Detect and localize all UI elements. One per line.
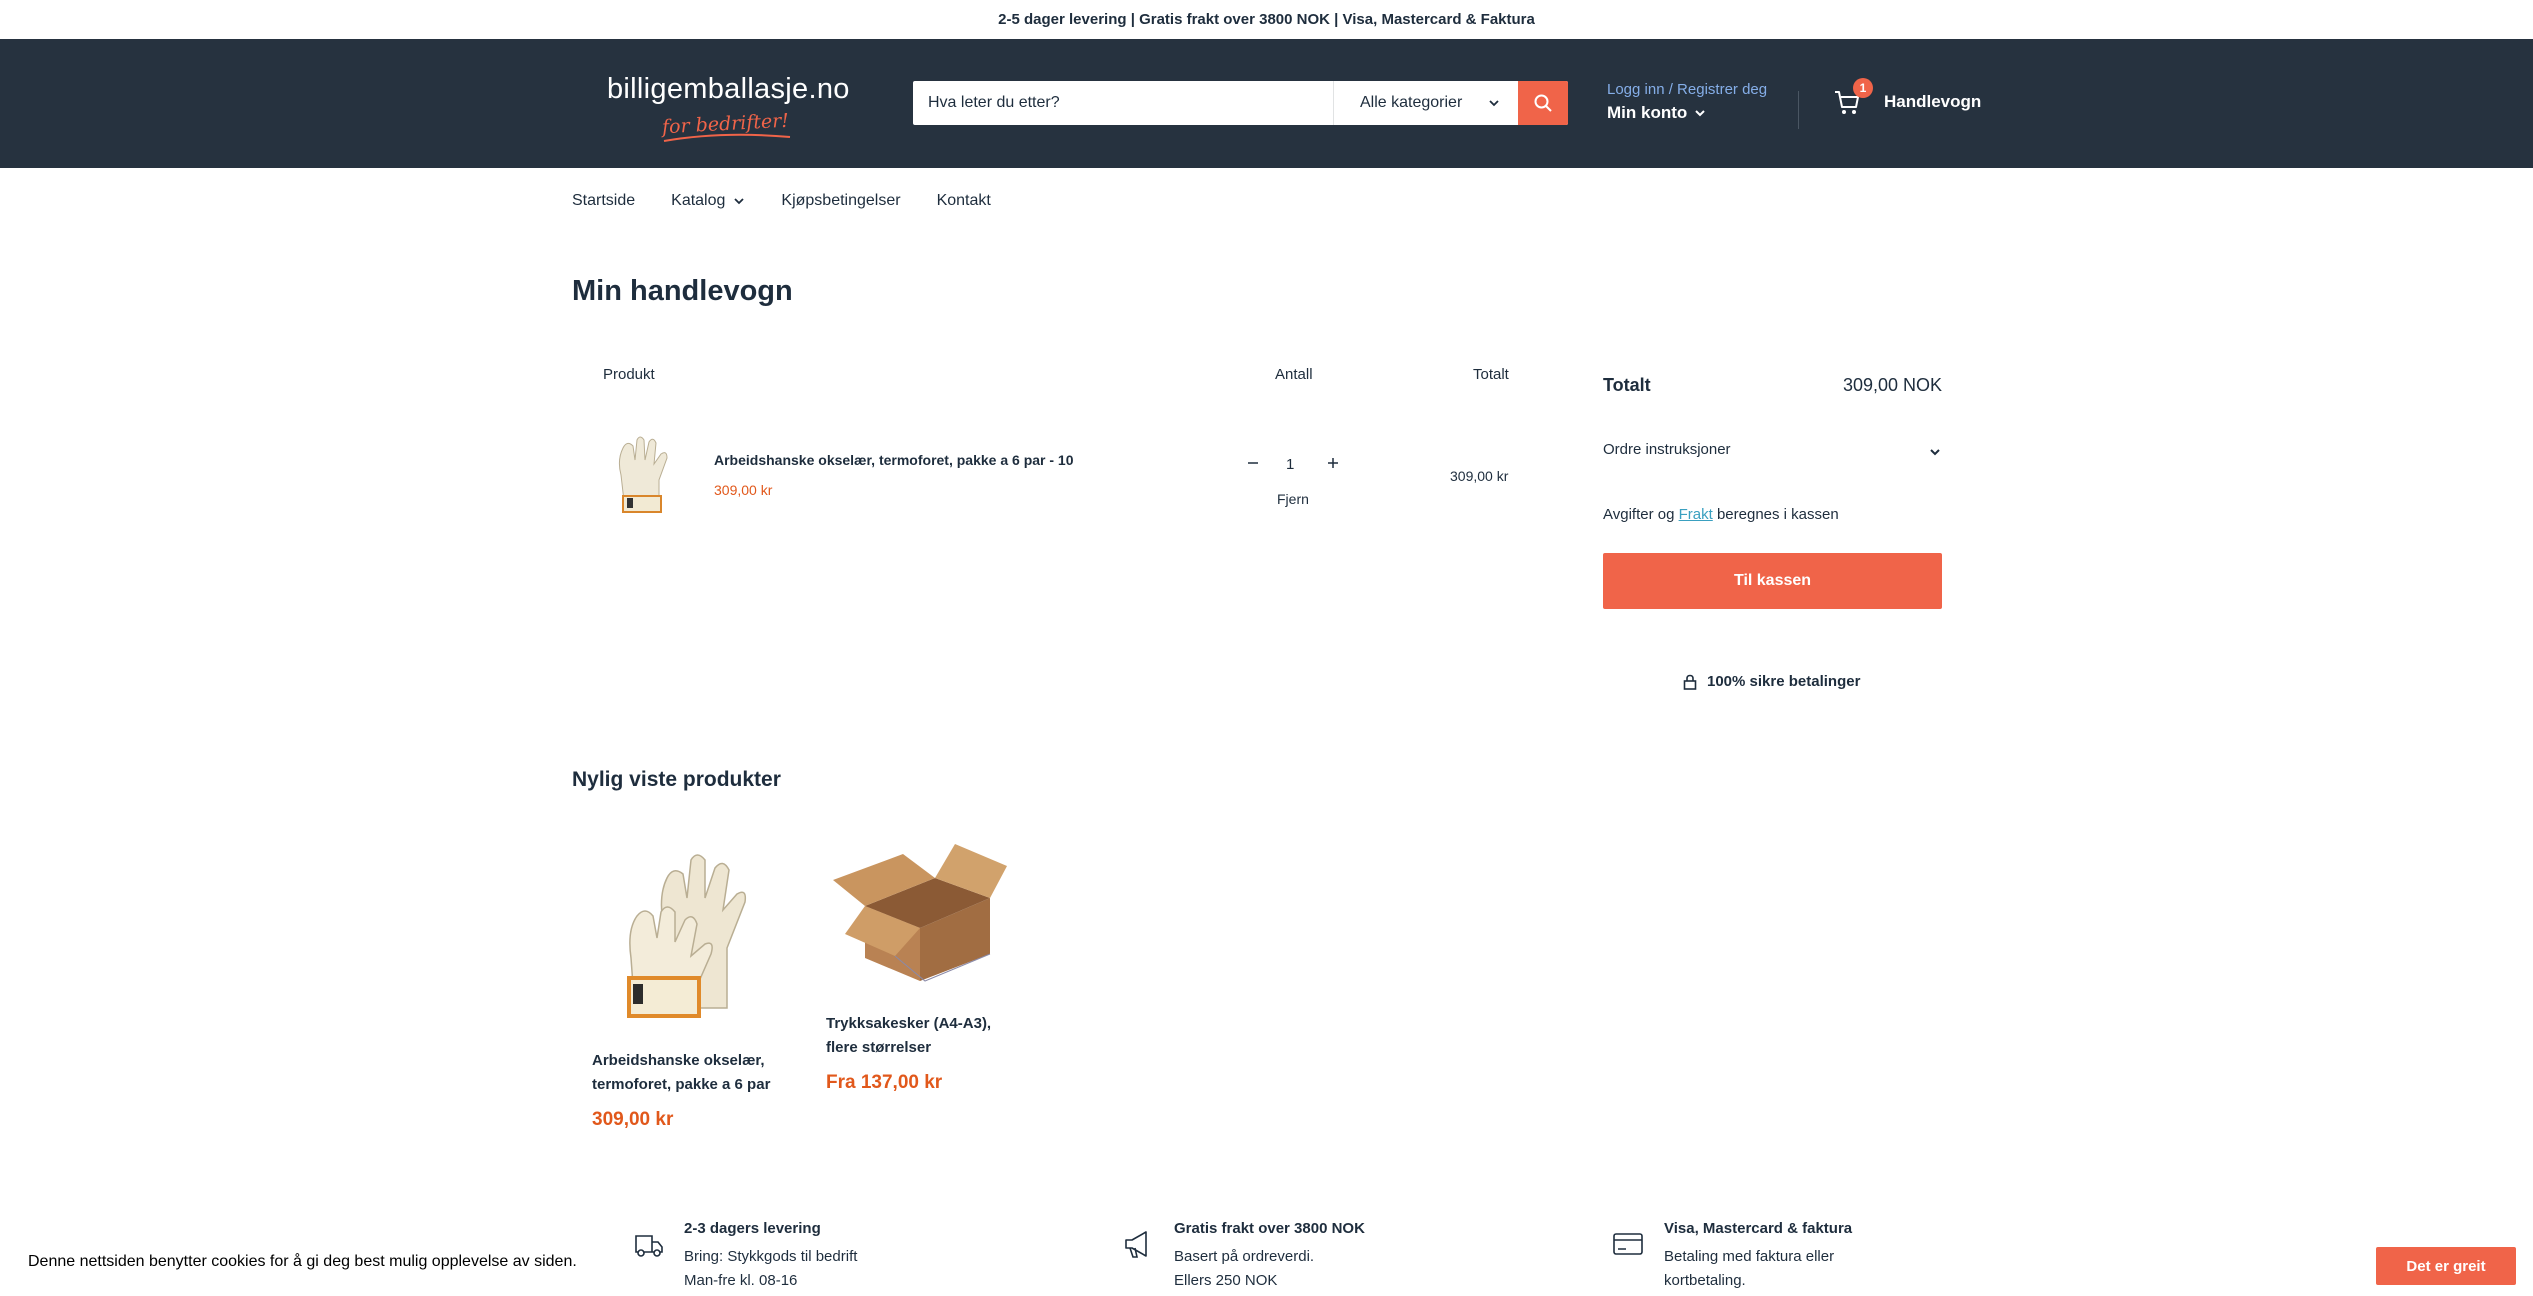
cart-icon: 1 — [1833, 78, 1873, 116]
cookie-accept-button[interactable]: Det er greit — [2376, 1247, 2516, 1285]
recent-product-title[interactable]: Arbeidshanske okselær, termoforet, pakke… — [592, 1049, 782, 1097]
nav-item-kjopsbetingelser[interactable]: Kjøpsbetingelser — [781, 192, 900, 210]
nav-item-kontakt[interactable]: Kontakt — [937, 192, 991, 210]
feature-line: Betaling med faktura eller — [1664, 1248, 1835, 1265]
chevron-down-icon — [1489, 100, 1499, 107]
quantity-increase-button[interactable] — [1325, 453, 1341, 473]
feature-free-shipping: Gratis frakt over 3800 NOK Basert på ord… — [1120, 1220, 1365, 1293]
product-image-glove[interactable] — [603, 430, 683, 520]
feature-payment: Visa, Mastercard & faktura Betaling med … — [1610, 1220, 1852, 1293]
summary-total-value: 309,00 NOK — [1843, 375, 1943, 395]
cart-item-line-total: 309,00 kr — [1450, 468, 1509, 484]
logo-text: billigemballasje.no — [607, 73, 850, 105]
product-image-glove[interactable] — [605, 838, 755, 1023]
megaphone-icon — [1125, 1231, 1147, 1258]
my-account-label: Min konto — [1607, 103, 1688, 122]
delivery-truck-icon — [635, 1235, 663, 1257]
minus-icon — [1248, 462, 1258, 464]
site-header: billigemballasje.no for bedrifter! Alle … — [0, 39, 2533, 168]
column-header-product: Produkt — [603, 366, 655, 383]
category-select[interactable]: Alle kategorier — [1333, 81, 1518, 125]
feature-line: Ellers 250 NOK — [1174, 1272, 1278, 1289]
nav-item-katalog-label: Katalog — [671, 192, 726, 209]
search-icon — [1534, 94, 1552, 112]
feature-delivery: 2-3 dagers levering Bring: Stykkgods til… — [630, 1220, 857, 1293]
feature-line: Man-fre kl. 08-16 — [684, 1272, 798, 1289]
column-header-total: Totalt — [1473, 366, 1509, 383]
tax-note-suffix: beregnes i kassen — [1716, 506, 1839, 523]
feature-title: Gratis frakt over 3800 NOK — [1174, 1220, 1365, 1237]
cart-item-price: 309,00 kr — [714, 482, 773, 498]
search-input[interactable] — [913, 81, 1333, 125]
page-title: Min handlevogn — [572, 275, 793, 307]
recent-product-title[interactable]: Trykksakesker (A4-A3), flere størrelser — [826, 1012, 1026, 1060]
my-account-dropdown[interactable]: Min konto — [1607, 103, 1767, 123]
feature-title: 2-3 dagers levering — [684, 1220, 821, 1237]
shipping-link[interactable]: Frakt — [1679, 506, 1713, 523]
order-instructions-toggle[interactable]: Ordre instruksjoner — [1603, 441, 1731, 458]
recently-viewed-title: Nylig viste produkter — [572, 768, 781, 791]
announcement-bar: 2-5 dager levering | Gratis frakt over 3… — [0, 0, 2533, 39]
chevron-down-icon[interactable] — [1929, 446, 1941, 458]
quantity-decrease-button[interactable] — [1245, 453, 1261, 473]
search-bar: Alle kategorier — [913, 81, 1568, 125]
secure-payments-note: 100% sikre betalinger — [1683, 673, 1860, 690]
chevron-down-icon — [734, 198, 745, 205]
category-select-label: Alle kategorier — [1360, 94, 1463, 111]
chevron-down-icon — [1695, 110, 1705, 117]
cart-button[interactable]: 1 Handlevogn — [1833, 78, 1982, 116]
remove-item-link[interactable]: Fjern — [1277, 491, 1309, 507]
cart-label: Handlevogn — [1884, 92, 1982, 111]
search-button[interactable] — [1518, 81, 1568, 125]
cart-item-title[interactable]: Arbeidshanske okselær, termoforet, pakke… — [714, 452, 1074, 468]
checkout-button[interactable]: Til kassen — [1603, 553, 1942, 609]
header-divider — [1798, 91, 1799, 129]
feature-line: Bring: Stykkgods til bedrift — [684, 1248, 858, 1265]
tax-shipping-note: Avgifter og Frakt beregnes i kassen — [1603, 506, 1839, 523]
main-nav: Startside Katalog Kjøpsbetingelser Konta… — [572, 192, 1027, 210]
tax-note-prefix: Avgifter og — [1603, 506, 1675, 523]
feature-line: kortbetaling. — [1664, 1272, 1746, 1289]
cookie-notice-text: Denne nettsiden benytter cookies for å g… — [28, 1253, 577, 1270]
nav-item-katalog[interactable]: Katalog — [671, 192, 745, 210]
announcement-text: 2-5 dager levering | Gratis frakt over 3… — [998, 11, 1535, 28]
feature-line: Basert på ordreverdi. — [1174, 1248, 1315, 1265]
recent-product-price: Fra 137,00 kr — [826, 1072, 943, 1093]
logo-swash-icon — [663, 133, 791, 142]
product-image-box[interactable] — [825, 836, 1015, 986]
lock-icon — [1683, 674, 1697, 690]
nav-item-startside[interactable]: Startside — [572, 192, 635, 210]
login-register-link[interactable]: Logg inn / Registrer deg — [1607, 81, 1767, 98]
account-menu: Logg inn / Registrer deg Min konto — [1607, 81, 1767, 123]
cart-count-badge: 1 — [1853, 78, 1873, 98]
column-header-quantity: Antall — [1275, 366, 1313, 383]
credit-card-icon — [1613, 1233, 1643, 1255]
quantity-input[interactable]: 1 — [1286, 456, 1294, 473]
recent-product-price: 309,00 kr — [592, 1109, 674, 1130]
secure-payments-label: 100% sikre betalinger — [1707, 673, 1861, 690]
logo[interactable]: billigemballasje.no for bedrifter! — [607, 73, 852, 143]
plus-icon — [1328, 458, 1338, 468]
feature-title: Visa, Mastercard & faktura — [1664, 1220, 1853, 1237]
summary-total-label: Totalt — [1603, 375, 1651, 395]
